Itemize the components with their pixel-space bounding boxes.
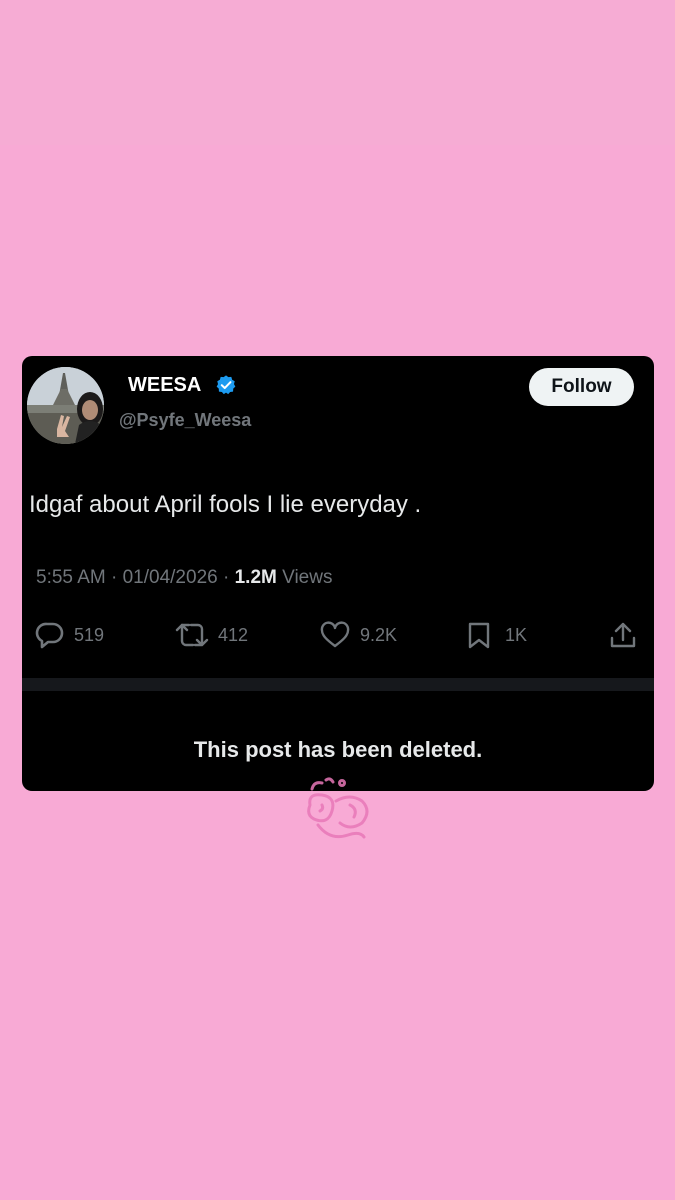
bookmark-button[interactable]: 1K (466, 619, 527, 651)
repost-icon (175, 623, 209, 647)
views-count: 1.2M (234, 567, 277, 588)
divider (22, 678, 654, 691)
reply-button[interactable]: 519 (35, 619, 104, 651)
meta-separator: · (222, 567, 230, 588)
display-name[interactable]: WEESA (128, 374, 201, 397)
verified-badge-icon (216, 375, 236, 395)
top-band (0, 0, 675, 145)
like-count: 9.2K (360, 624, 398, 645)
user-handle[interactable]: @Psyfe_Weesa (119, 410, 251, 431)
repost-button[interactable]: 412 (175, 619, 248, 651)
reply-icon (35, 622, 64, 649)
tweet-time[interactable]: 5:55 AM (36, 567, 106, 588)
action-bar: 519 412 9.2K 1K (22, 619, 654, 651)
bookmark-icon (468, 622, 490, 649)
watermark-logo (307, 777, 369, 839)
like-button[interactable]: 9.2K (319, 619, 397, 651)
tweet-date[interactable]: 01/04/2026 (123, 567, 218, 588)
avatar-photo (27, 367, 104, 444)
deleted-notice: This post has been deleted. (193, 737, 483, 762)
meta-separator: · (111, 567, 118, 588)
avatar[interactable] (27, 367, 104, 444)
bookmark-count: 1K (505, 624, 528, 645)
share-icon (610, 622, 636, 648)
tweet-meta: 5:55 AM · 01/04/2026 · 1.2M Views (36, 567, 332, 589)
repost-count: 412 (218, 624, 249, 645)
tweet-text: Idgaf about April fools I lie everyday . (29, 491, 422, 518)
heart-icon (320, 621, 350, 648)
views-label: Views (282, 567, 333, 588)
reply-count: 519 (74, 624, 105, 645)
tweet-card: WEESA @Psyfe_Weesa Follow Idgaf about Ap… (22, 356, 654, 791)
share-button[interactable] (608, 619, 638, 651)
follow-button[interactable]: Follow (529, 368, 634, 406)
